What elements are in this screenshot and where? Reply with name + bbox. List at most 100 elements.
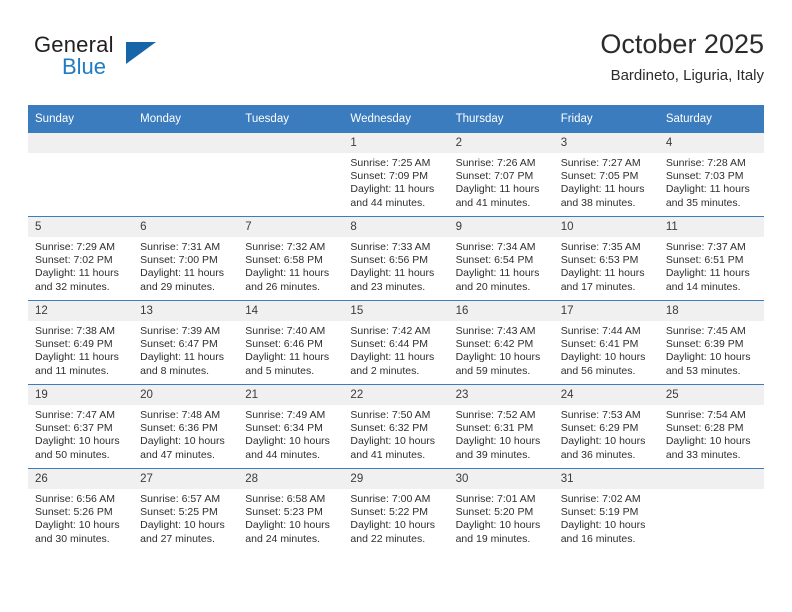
calendar-day-cell[interactable]: 6 Sunrise: 7:31 AM Sunset: 7:00 PM Daylight… bbox=[133, 216, 239, 301]
daylight-text-line2: and 50 minutes. bbox=[35, 448, 110, 461]
day-number: 29 bbox=[343, 469, 449, 489]
day-info: Sunrise: 6:56 AM Sunset: 5:26 PM Daylight:… bbox=[28, 489, 133, 546]
day-info: Sunrise: 7:43 AM Sunset: 6:42 PM Daylight:… bbox=[449, 321, 554, 378]
sunrise-text: Sunrise: 7:26 AM bbox=[455, 157, 536, 169]
general-blue-logo[interactable]: General Blue bbox=[34, 32, 164, 90]
calendar-day-cell-empty[interactable] bbox=[658, 468, 764, 552]
daylight-text-line1: Daylight: 10 hours bbox=[140, 519, 225, 532]
calendar-day-cell[interactable]: 10 Sunrise: 7:35 AM Sunset: 6:53 PM Dayligh… bbox=[553, 216, 659, 301]
calendar-day-cell[interactable]: 31 Sunrise: 7:02 AM Sunset: 5:19 PM Dayligh… bbox=[553, 468, 659, 552]
day-number: 7 bbox=[238, 217, 344, 237]
daylight-text-line2: and 27 minutes. bbox=[140, 532, 215, 545]
calendar-day-cell[interactable]: 17 Sunrise: 7:44 AM Sunset: 6:41 PM Dayligh… bbox=[553, 300, 659, 385]
day-info: Sunrise: 7:38 AM Sunset: 6:49 PM Daylight:… bbox=[28, 321, 133, 378]
day-number: 13 bbox=[133, 301, 239, 321]
calendar-day-cell[interactable]: 21 Sunrise: 7:49 AM Sunset: 6:34 PM Dayligh… bbox=[238, 384, 344, 469]
calendar-day-cell[interactable]: 20 Sunrise: 7:48 AM Sunset: 6:36 PM Dayligh… bbox=[133, 384, 239, 469]
daylight-text-line2: and 33 minutes. bbox=[665, 448, 741, 461]
logo-triangle-icon bbox=[126, 42, 156, 64]
day-number: 19 bbox=[28, 385, 134, 405]
day-info: Sunrise: 7:00 AM Sunset: 5:22 PM Daylight:… bbox=[343, 489, 448, 546]
daylight-text-line1: Daylight: 11 hours bbox=[350, 183, 435, 196]
daylight-text-line1: Daylight: 11 hours bbox=[35, 267, 119, 280]
daylight-text-line1: Daylight: 11 hours bbox=[350, 267, 435, 280]
calendar-day-cell[interactable]: 3 Sunrise: 7:27 AM Sunset: 7:05 PM Daylight… bbox=[553, 133, 659, 217]
calendar-day-cell[interactable]: 2 Sunrise: 7:26 AM Sunset: 7:07 PM Daylight… bbox=[448, 133, 554, 217]
title-block: October 2025 Bardineto, Liguria, Italy bbox=[600, 28, 764, 86]
calendar-day-cell[interactable]: 18 Sunrise: 7:45 AM Sunset: 6:39 PM Dayligh… bbox=[658, 300, 764, 385]
calendar-day-cell-empty[interactable] bbox=[28, 133, 134, 217]
calendar-day-cell[interactable]: 13 Sunrise: 7:39 AM Sunset: 6:47 PM Dayligh… bbox=[133, 300, 239, 385]
calendar-body: 1 Sunrise: 7:25 AM Sunset: 7:09 PM Daylight… bbox=[28, 133, 764, 552]
calendar-day-cell[interactable]: 14 Sunrise: 7:40 AM Sunset: 6:46 PM Dayligh… bbox=[238, 300, 344, 385]
sunrise-text: Sunrise: 6:58 AM bbox=[245, 493, 326, 505]
page-header: General Blue October 2025 Bardineto, Lig… bbox=[28, 28, 764, 96]
sunset-text: Sunset: 6:44 PM bbox=[350, 338, 429, 351]
sunrise-text: Sunrise: 7:52 AM bbox=[455, 409, 536, 421]
sunrise-text: Sunrise: 7:31 AM bbox=[140, 241, 221, 253]
daylight-text-line2: and 30 minutes. bbox=[35, 532, 110, 545]
day-number: 25 bbox=[658, 385, 764, 405]
calendar-day-cell[interactable]: 29 Sunrise: 7:00 AM Sunset: 5:22 PM Dayligh… bbox=[343, 468, 449, 552]
daylight-text-line2: and 41 minutes. bbox=[350, 448, 426, 461]
daylight-text-line2: and 20 minutes. bbox=[455, 280, 531, 293]
calendar-day-cell[interactable]: 25 Sunrise: 7:54 AM Sunset: 6:28 PM Dayligh… bbox=[658, 384, 764, 469]
calendar-day-cell[interactable]: 4 Sunrise: 7:28 AM Sunset: 7:03 PM Daylight… bbox=[658, 133, 764, 217]
daylight-text-line1: Daylight: 10 hours bbox=[455, 351, 541, 364]
calendar-day-cell[interactable]: 11 Sunrise: 7:37 AM Sunset: 6:51 PM Dayligh… bbox=[658, 216, 764, 301]
page-subtitle: Bardineto, Liguria, Italy bbox=[610, 67, 764, 84]
sunrise-text: Sunrise: 7:45 AM bbox=[665, 325, 746, 337]
calendar-day-cell[interactable]: 22 Sunrise: 7:50 AM Sunset: 6:32 PM Dayligh… bbox=[343, 384, 449, 469]
daylight-text-line1: Daylight: 11 hours bbox=[560, 183, 645, 196]
logo-text-blue: Blue bbox=[62, 54, 107, 79]
calendar-day-cell[interactable]: 16 Sunrise: 7:43 AM Sunset: 6:42 PM Dayligh… bbox=[448, 300, 554, 385]
sunset-text: Sunset: 5:25 PM bbox=[140, 506, 218, 519]
day-number: 5 bbox=[28, 217, 134, 237]
sunrise-text: Sunrise: 7:39 AM bbox=[140, 325, 221, 337]
sunrise-text: Sunrise: 7:44 AM bbox=[560, 325, 641, 337]
day-number: 10 bbox=[553, 217, 659, 237]
day-number: 3 bbox=[553, 133, 659, 153]
calendar-day-cell[interactable]: 1 Sunrise: 7:25 AM Sunset: 7:09 PM Daylight… bbox=[343, 133, 449, 217]
calendar-day-cell[interactable]: 5 Sunrise: 7:29 AM Sunset: 7:02 PM Daylight… bbox=[28, 216, 134, 301]
calendar-day-cell-empty[interactable] bbox=[133, 133, 239, 217]
day-info: Sunrise: 7:47 AM Sunset: 6:37 PM Daylight:… bbox=[28, 405, 133, 462]
page-title: October 2025 bbox=[600, 29, 764, 59]
sunset-text: Sunset: 6:49 PM bbox=[35, 338, 113, 351]
calendar-day-cell[interactable]: 7 Sunrise: 7:32 AM Sunset: 6:58 PM Daylight… bbox=[238, 216, 344, 301]
calendar-day-cell-empty[interactable] bbox=[238, 133, 344, 217]
calendar-day-cell[interactable]: 26 Sunrise: 6:56 AM Sunset: 5:26 PM Dayligh… bbox=[28, 468, 134, 552]
sunrise-text: Sunrise: 7:38 AM bbox=[35, 325, 115, 337]
daylight-text-line1: Daylight: 11 hours bbox=[665, 183, 750, 196]
calendar-week-row: 26 Sunrise: 6:56 AM Sunset: 5:26 PM Dayligh… bbox=[28, 468, 764, 552]
calendar-day-cell[interactable]: 12 Sunrise: 7:38 AM Sunset: 6:49 PM Dayligh… bbox=[28, 300, 134, 385]
sunrise-text: Sunrise: 7:47 AM bbox=[35, 409, 115, 421]
day-number: 24 bbox=[553, 385, 659, 405]
sunset-text: Sunset: 6:39 PM bbox=[665, 338, 744, 351]
sunset-text: Sunset: 6:36 PM bbox=[140, 422, 218, 435]
daylight-text-line2: and 14 minutes. bbox=[665, 280, 741, 293]
sunset-text: Sunset: 6:46 PM bbox=[245, 338, 323, 351]
calendar-header-row: Sunday Monday Tuesday Wednesday Thursday… bbox=[28, 105, 764, 133]
daylight-text-line1: Daylight: 11 hours bbox=[140, 267, 224, 280]
daylight-text-line1: Daylight: 10 hours bbox=[665, 435, 751, 448]
day-info: Sunrise: 7:53 AM Sunset: 6:29 PM Daylight:… bbox=[554, 405, 659, 462]
calendar-day-cell[interactable]: 30 Sunrise: 7:01 AM Sunset: 5:20 PM Dayligh… bbox=[448, 468, 554, 552]
sunset-text: Sunset: 6:31 PM bbox=[455, 422, 534, 435]
calendar-day-cell[interactable]: 15 Sunrise: 7:42 AM Sunset: 6:44 PM Dayligh… bbox=[343, 300, 449, 385]
sunset-text: Sunset: 6:37 PM bbox=[35, 422, 113, 435]
sunrise-text: Sunrise: 7:33 AM bbox=[350, 241, 431, 253]
daylight-text-line1: Daylight: 11 hours bbox=[245, 267, 330, 280]
day-info: Sunrise: 7:40 AM Sunset: 6:46 PM Daylight:… bbox=[238, 321, 343, 378]
day-number: 8 bbox=[343, 217, 449, 237]
sunset-text: Sunset: 5:26 PM bbox=[35, 506, 113, 519]
calendar-day-cell[interactable]: 9 Sunrise: 7:34 AM Sunset: 6:54 PM Daylight… bbox=[448, 216, 554, 301]
calendar-day-cell[interactable]: 23 Sunrise: 7:52 AM Sunset: 6:31 PM Dayligh… bbox=[448, 384, 554, 469]
calendar-day-cell[interactable]: 8 Sunrise: 7:33 AM Sunset: 6:56 PM Daylight… bbox=[343, 216, 449, 301]
daylight-text-line2: and 56 minutes. bbox=[560, 364, 636, 377]
sunset-text: Sunset: 6:34 PM bbox=[245, 422, 323, 435]
calendar-day-cell[interactable]: 24 Sunrise: 7:53 AM Sunset: 6:29 PM Dayligh… bbox=[553, 384, 659, 469]
calendar-day-cell[interactable]: 19 Sunrise: 7:47 AM Sunset: 6:37 PM Dayligh… bbox=[28, 384, 134, 469]
calendar-day-cell[interactable]: 27 Sunrise: 6:57 AM Sunset: 5:25 PM Dayligh… bbox=[133, 468, 239, 552]
calendar-day-cell[interactable]: 28 Sunrise: 6:58 AM Sunset: 5:23 PM Dayligh… bbox=[238, 468, 344, 552]
